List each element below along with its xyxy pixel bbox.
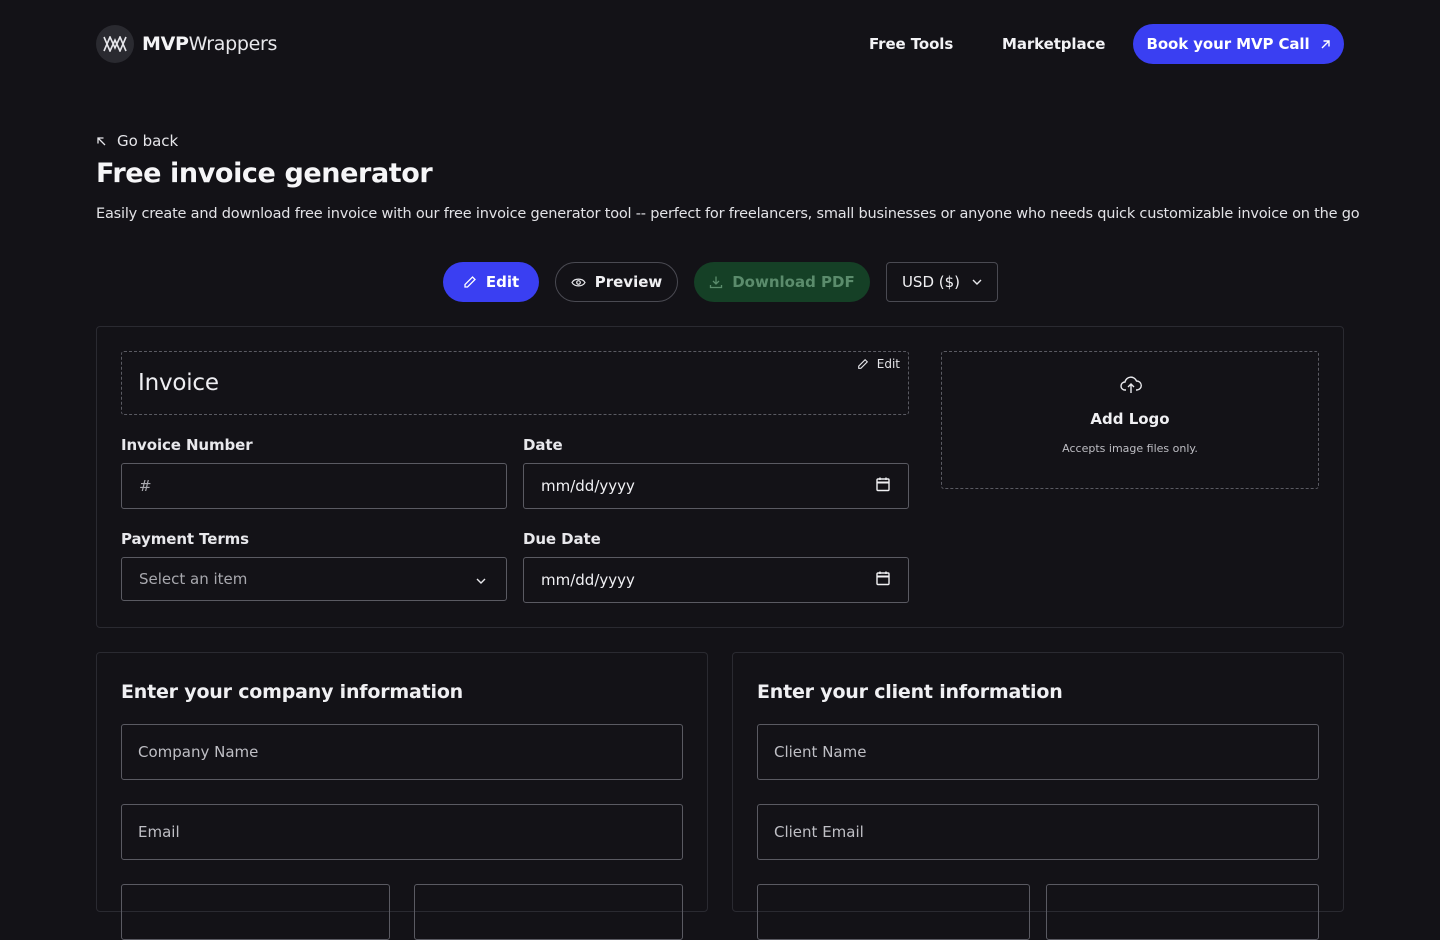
page-description: Easily create and download free invoice … bbox=[96, 206, 1360, 222]
invoice-title-box[interactable]: Invoice Edit bbox=[121, 351, 909, 415]
date-placeholder: mm/dd/yyyy bbox=[541, 477, 635, 495]
pencil-icon bbox=[464, 276, 476, 288]
date-input[interactable]: mm/dd/yyyy bbox=[523, 463, 909, 509]
brand-mark-icon bbox=[96, 25, 134, 63]
chevron-down-icon bbox=[972, 279, 982, 285]
arrow-up-left-icon bbox=[97, 136, 106, 145]
company-info-title: Enter your company information bbox=[121, 681, 463, 703]
company-field-left-input[interactable] bbox=[121, 884, 390, 940]
client-name-placeholder: Client Name bbox=[774, 743, 867, 761]
pencil-icon bbox=[857, 358, 868, 369]
invoice-title: Invoice bbox=[138, 370, 219, 396]
client-field-left-input[interactable] bbox=[757, 884, 1030, 940]
download-pdf-button[interactable]: Download PDF bbox=[694, 262, 870, 302]
client-field-right-input[interactable] bbox=[1046, 884, 1319, 940]
payment-terms-select[interactable]: Select an item bbox=[121, 557, 507, 601]
company-name-input[interactable]: Company Name bbox=[121, 724, 683, 780]
edit-mode-label: Edit bbox=[485, 273, 520, 291]
company-email-placeholder: Email bbox=[138, 823, 180, 841]
brand-name: MVPWrappers bbox=[142, 33, 278, 55]
chevron-down-icon bbox=[476, 570, 486, 588]
due-date-placeholder: mm/dd/yyyy bbox=[541, 571, 635, 589]
calendar-icon[interactable] bbox=[876, 477, 890, 496]
payment-terms-placeholder: Select an item bbox=[139, 570, 248, 588]
download-pdf-label: Download PDF bbox=[732, 273, 855, 291]
edit-mode-button[interactable]: Edit bbox=[443, 262, 539, 302]
brand-logo[interactable]: MVPWrappers bbox=[96, 25, 277, 63]
book-call-label: Book your MVP Call bbox=[1146, 35, 1310, 53]
book-call-button[interactable]: Book your MVP Call bbox=[1133, 24, 1344, 64]
invoice-number-label: Invoice Number bbox=[121, 436, 253, 454]
go-back-label: Go back bbox=[117, 132, 179, 150]
due-date-input[interactable]: mm/dd/yyyy bbox=[523, 557, 909, 603]
due-date-label: Due Date bbox=[523, 530, 601, 548]
eye-icon bbox=[571, 278, 586, 286]
preview-button[interactable]: Preview bbox=[555, 262, 678, 302]
invoice-title-edit-label: Edit bbox=[876, 357, 900, 371]
calendar-icon[interactable] bbox=[876, 571, 890, 590]
currency-select[interactable]: USD ($) bbox=[886, 262, 998, 302]
invoice-number-input[interactable]: # bbox=[121, 463, 507, 509]
invoice-title-edit-button[interactable]: Edit bbox=[857, 357, 900, 371]
company-field-right-input[interactable] bbox=[414, 884, 683, 940]
invoice-number-placeholder: # bbox=[139, 477, 152, 495]
preview-label: Preview bbox=[594, 273, 663, 291]
company-name-placeholder: Company Name bbox=[138, 743, 259, 761]
add-logo-dropzone[interactable]: Add Logo Accepts image files only. bbox=[941, 351, 1319, 489]
nav-marketplace[interactable]: Marketplace bbox=[1002, 35, 1105, 53]
upload-cloud-icon bbox=[1120, 376, 1142, 398]
client-info-title: Enter your client information bbox=[757, 681, 1063, 703]
page-title: Free invoice generator bbox=[96, 158, 433, 189]
payment-terms-label: Payment Terms bbox=[121, 530, 249, 548]
client-email-placeholder: Client Email bbox=[774, 823, 864, 841]
download-icon bbox=[710, 276, 723, 289]
arrow-up-right-icon bbox=[1321, 39, 1330, 48]
date-label: Date bbox=[523, 436, 563, 454]
site-header: MVPWrappers Free Tools Marketplace Book … bbox=[96, 24, 1344, 64]
go-back-link[interactable]: Go back bbox=[96, 132, 178, 150]
client-name-input[interactable]: Client Name bbox=[757, 724, 1319, 780]
client-email-input[interactable]: Client Email bbox=[757, 804, 1319, 860]
nav-free-tools[interactable]: Free Tools bbox=[869, 35, 953, 53]
add-logo-hint: Accepts image files only. bbox=[1062, 442, 1198, 455]
company-email-input[interactable]: Email bbox=[121, 804, 683, 860]
add-logo-title: Add Logo bbox=[1090, 410, 1170, 428]
currency-value: USD ($) bbox=[901, 273, 961, 291]
